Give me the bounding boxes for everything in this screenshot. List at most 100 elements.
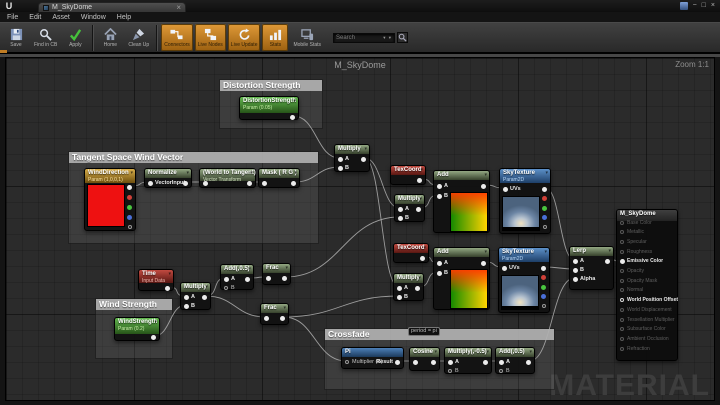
output-pin[interactable] bbox=[128, 225, 132, 229]
node-collapse-icon[interactable]: ▾ bbox=[545, 170, 548, 176]
output-pin[interactable] bbox=[481, 261, 486, 266]
node-add05b[interactable]: Add(,0.5)▾AB bbox=[495, 347, 535, 374]
node-collapse-icon[interactable]: ▾ bbox=[154, 319, 157, 325]
node-collapse-icon[interactable]: ▾ bbox=[434, 349, 437, 355]
input-pin[interactable] bbox=[184, 295, 189, 300]
output-pin[interactable] bbox=[280, 316, 285, 321]
node-time[interactable]: TimeInput Data▾ bbox=[138, 269, 174, 291]
node-collapse-icon[interactable]: ▾ bbox=[484, 172, 487, 178]
output-pin[interactable] bbox=[526, 360, 531, 365]
live-update-button[interactable]: Live Update bbox=[228, 24, 261, 51]
input-pin[interactable] bbox=[620, 269, 624, 273]
node-collapse-icon[interactable]: ▾ bbox=[423, 245, 426, 251]
save-button[interactable]: Save bbox=[3, 24, 29, 51]
node-cos[interactable]: Cosine▾ bbox=[409, 347, 440, 371]
output-pin[interactable] bbox=[542, 187, 547, 192]
input-pin[interactable] bbox=[499, 360, 504, 365]
node-w2t[interactable]: (World to Tangent)Vector Transform▾ bbox=[199, 168, 256, 188]
input-pin[interactable] bbox=[148, 181, 153, 186]
output-pin[interactable] bbox=[605, 259, 610, 264]
node-collapse-icon[interactable]: ▾ bbox=[486, 349, 489, 355]
input-pin[interactable] bbox=[620, 240, 624, 244]
node-collapse-icon[interactable]: ▾ bbox=[186, 170, 189, 176]
input-pin[interactable] bbox=[437, 261, 442, 266]
input-pin[interactable] bbox=[620, 230, 624, 234]
input-pin[interactable] bbox=[345, 360, 349, 364]
node-collapse-icon[interactable]: ▾ bbox=[418, 275, 421, 281]
input-pin[interactable] bbox=[437, 271, 442, 276]
mobile-stats-button[interactable]: Mobile Stats bbox=[290, 24, 324, 51]
graph-canvas[interactable]: M_SkyDome Zoom 1:1 MATERIAL Distortion S… bbox=[5, 57, 715, 401]
node-collapse-icon[interactable]: ▾ bbox=[293, 98, 296, 104]
output-pin[interactable] bbox=[165, 286, 170, 291]
input-pin[interactable] bbox=[398, 207, 403, 212]
output-pin[interactable] bbox=[245, 277, 250, 282]
input-pin[interactable] bbox=[437, 194, 442, 199]
node-add_top[interactable]: Add▾AB bbox=[433, 170, 490, 233]
input-pin[interactable] bbox=[620, 308, 624, 312]
input-pin[interactable] bbox=[620, 337, 624, 341]
output-pin[interactable] bbox=[127, 185, 132, 190]
input-pin[interactable] bbox=[448, 360, 453, 365]
node-windstr[interactable]: WindStrengthParam (0.2)▾ bbox=[114, 317, 160, 341]
output-pin[interactable] bbox=[481, 184, 486, 189]
input-pin[interactable] bbox=[502, 266, 507, 271]
node-collapse-icon[interactable]: ▾ bbox=[248, 266, 251, 272]
output-pin[interactable] bbox=[542, 196, 547, 201]
output-pin[interactable] bbox=[543, 225, 547, 229]
node-mul_t[interactable]: Multiply▾AB bbox=[180, 282, 211, 310]
node-wd[interactable]: WindDirectionParam (1,0,0,1)▾ bbox=[84, 168, 136, 231]
node-mask[interactable]: Mask ( R G )▾ bbox=[258, 168, 300, 188]
input-pin[interactable] bbox=[573, 268, 578, 273]
node-collapse-icon[interactable]: ▾ bbox=[529, 349, 532, 355]
search-icon[interactable] bbox=[397, 32, 408, 43]
comment-tangent-space-wind-vector-title[interactable]: Tangent Space Wind Vector bbox=[69, 152, 318, 163]
output-pin[interactable] bbox=[291, 181, 296, 186]
home-button[interactable]: Home bbox=[97, 24, 123, 51]
output-pin[interactable] bbox=[395, 360, 400, 365]
input-pin[interactable] bbox=[620, 318, 624, 322]
output-pin[interactable] bbox=[415, 286, 420, 291]
node-collapse-icon[interactable]: ▾ bbox=[544, 249, 547, 255]
node-collapse-icon[interactable]: ▾ bbox=[283, 305, 286, 311]
output-pin[interactable] bbox=[416, 207, 421, 212]
node-collapse-icon[interactable]: ▾ bbox=[364, 146, 367, 152]
node-sky_bot[interactable]: SkyTextureParam2D▾UVs bbox=[498, 247, 550, 313]
node-add05[interactable]: Add(,0.5)▾AB bbox=[220, 264, 254, 290]
node-collapse-icon[interactable]: ▾ bbox=[608, 248, 611, 254]
node-mul_top[interactable]: Multiply▾AB bbox=[334, 144, 370, 172]
output-pin[interactable] bbox=[361, 157, 366, 162]
output-pin[interactable] bbox=[420, 256, 425, 261]
output-pin[interactable] bbox=[290, 115, 295, 120]
maximize-button[interactable]: □ bbox=[702, 1, 706, 11]
node-mul_bot[interactable]: Multiply▾AB bbox=[393, 273, 424, 301]
input-pin[interactable] bbox=[620, 327, 624, 331]
input-pin[interactable] bbox=[573, 259, 578, 264]
output-pin[interactable] bbox=[542, 206, 547, 211]
output-pin[interactable] bbox=[127, 195, 132, 200]
input-pin[interactable] bbox=[184, 304, 189, 309]
input-pin[interactable] bbox=[437, 184, 442, 189]
menu-file[interactable]: File bbox=[7, 14, 18, 21]
input-pin[interactable] bbox=[620, 279, 624, 283]
node-add_bot[interactable]: Add▾AB bbox=[433, 247, 490, 310]
menu-edit[interactable]: Edit bbox=[29, 14, 41, 21]
input-pin[interactable] bbox=[620, 250, 624, 254]
output-pin[interactable] bbox=[541, 275, 546, 280]
output-pin[interactable] bbox=[282, 276, 287, 281]
input-pin[interactable] bbox=[203, 181, 208, 186]
node-collapse-icon[interactable]: ▾ bbox=[420, 167, 423, 173]
live-nodes-button[interactable]: Live Nodes bbox=[195, 24, 226, 51]
output-pin[interactable] bbox=[483, 360, 488, 365]
output-pin[interactable] bbox=[541, 266, 546, 271]
input-pin[interactable] bbox=[224, 286, 228, 290]
input-pin[interactable] bbox=[398, 216, 403, 221]
comment-distortion-strength-title[interactable]: Distortion Strength bbox=[220, 80, 322, 91]
stats-button[interactable]: Stats bbox=[262, 24, 288, 51]
output-pin[interactable] bbox=[127, 215, 132, 220]
menu-window[interactable]: Window bbox=[81, 14, 106, 21]
output-pin[interactable] bbox=[431, 360, 436, 365]
output-pin[interactable] bbox=[542, 215, 547, 220]
node-collapse-icon[interactable]: ▾ bbox=[294, 170, 297, 176]
input-pin[interactable] bbox=[620, 259, 625, 264]
